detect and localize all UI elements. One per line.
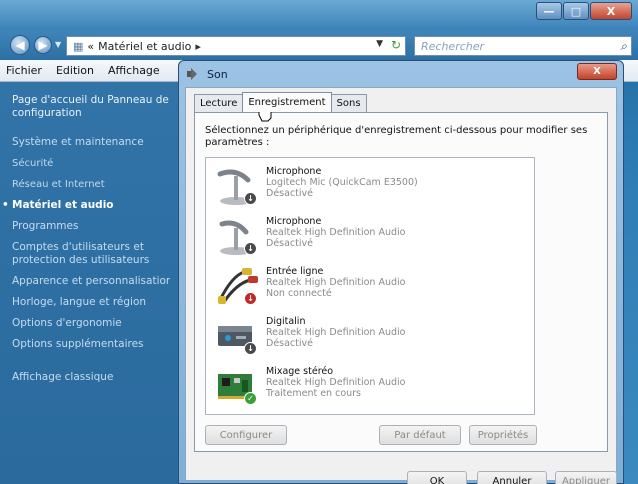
device-driver: Realtek High Definition Audio	[266, 227, 406, 238]
device-item-microphone[interactable]: ↓ Microphone Realtek High Definition Aud…	[206, 212, 534, 262]
disabled-badge-icon: ↓	[244, 192, 257, 205]
navigation-bar: ◀ ▶ ▼ ▦ « Matériel et audio ▸ ▼ ↻ Recher…	[0, 30, 638, 60]
properties-button[interactable]: Propriétés	[469, 425, 537, 445]
control-panel-icon: ▦	[73, 39, 84, 53]
address-bar[interactable]: ▦ « Matériel et audio ▸ ▼ ↻	[66, 36, 406, 56]
control-panel-sidebar: Page d'accueil du Panneau de configurati…	[0, 82, 178, 484]
recording-tab-panel: Sélectionnez un périphérique d'enregistr…	[194, 112, 608, 452]
device-text: Entrée ligne Realtek High Definition Aud…	[266, 266, 405, 299]
dialog-buttons: OK Annuler Appliquer	[185, 471, 617, 484]
sidebar-item-network[interactable]: Réseau et Internet	[12, 178, 170, 191]
sidebar-item-system[interactable]: Système et maintenance	[12, 136, 170, 149]
tab-strip: Lecture Enregistrement Sons	[194, 92, 367, 112]
sidebar-item-programs[interactable]: Programmes	[12, 220, 170, 233]
device-actions: Configurer Par défaut Propriétés	[205, 425, 599, 447]
device-status: Désactivé	[266, 238, 313, 249]
not-connected-badge-icon: ↓	[244, 292, 257, 305]
device-text: Microphone Logitech Mic (QuickCam E3500)…	[266, 166, 418, 199]
sidebar-home-link[interactable]: Page d'accueil du Panneau de configurati…	[12, 94, 170, 120]
breadcrumb-hardware-sound[interactable]: Matériel et audio	[98, 40, 191, 53]
device-name: Microphone	[266, 216, 322, 227]
set-default-button[interactable]: Par défaut	[379, 425, 461, 445]
history-dropdown-icon[interactable]: ▼	[55, 40, 61, 49]
menu-view[interactable]: Affichage	[108, 64, 160, 77]
device-name: Mixage stéréo	[266, 366, 334, 377]
sidebar-item-appearance[interactable]: Apparence et personnalisation	[12, 275, 170, 288]
configure-button[interactable]: Configurer	[205, 425, 287, 445]
dialog-body: Lecture Enregistrement Sons Sélectionnez…	[185, 87, 617, 481]
device-item-webcam-mic[interactable]: ↓ Microphone Logitech Mic (QuickCam E350…	[206, 162, 534, 212]
sidebar-item-security[interactable]: Sécurité	[12, 157, 170, 170]
device-driver: Logitech Mic (QuickCam E3500)	[266, 177, 418, 188]
sidebar-item-clock-region[interactable]: Horloge, langue et région	[12, 296, 170, 309]
search-icon[interactable]: ⌕	[620, 39, 627, 54]
device-status: Traitement en cours	[266, 388, 362, 399]
window-controls: — □ X	[536, 2, 632, 20]
search-input[interactable]: Rechercher ⌕	[414, 36, 632, 56]
back-arrow-icon: ◀	[15, 38, 25, 52]
device-name: Digitalin	[266, 316, 306, 327]
disabled-badge-icon: ↓	[244, 242, 257, 255]
dialog-title: Son	[207, 67, 228, 81]
dialog-titlebar: Son X	[179, 61, 623, 87]
device-name: Microphone	[266, 166, 322, 177]
tab-sounds[interactable]: Sons	[330, 94, 367, 112]
device-driver: Realtek High Definition Audio	[266, 277, 406, 288]
breadcrumb-arrow-icon[interactable]: ▸	[195, 40, 201, 53]
active-check-icon: ✓	[244, 392, 257, 405]
device-text: Microphone Realtek High Definition Audio…	[266, 216, 405, 249]
search-placeholder: Rechercher	[421, 39, 485, 53]
forward-button[interactable]: ▶	[34, 36, 52, 54]
device-text: Digitalin Realtek High Definition Audio …	[266, 316, 405, 349]
tab-playback[interactable]: Lecture	[194, 94, 244, 112]
tab-recording[interactable]: Enregistrement	[242, 92, 332, 112]
apply-button[interactable]: Appliquer	[555, 471, 617, 484]
device-name: Entrée ligne	[266, 266, 324, 277]
address-dropdown-icon[interactable]: ▼	[376, 39, 383, 49]
sidebar-item-ease-of-access[interactable]: Options d'ergonomie	[12, 317, 170, 330]
minimize-button[interactable]: —	[536, 2, 562, 20]
device-status: Non connecté	[266, 288, 332, 299]
device-status: Désactivé	[266, 188, 313, 199]
disabled-badge-icon: ↓	[244, 342, 257, 355]
instruction-text: Sélectionnez un périphérique d'enregistr…	[205, 125, 588, 148]
explorer-titlebar: — □ X	[0, 0, 638, 30]
device-driver: Realtek High Definition Audio	[266, 377, 406, 388]
device-item-line-in[interactable]: ↓ Entrée ligne Realtek High Definition A…	[206, 262, 534, 312]
cancel-button[interactable]: Annuler	[477, 471, 547, 484]
breadcrumb-prefix[interactable]: «	[87, 40, 94, 53]
menu-file[interactable]: Fichier	[6, 64, 42, 77]
back-button[interactable]: ◀	[10, 35, 30, 55]
device-item-digital-in[interactable]: ↓ Digitalin Realtek High Definition Audi…	[206, 312, 534, 362]
sidebar-classic-view[interactable]: Affichage classique	[12, 371, 170, 384]
menu-edit[interactable]: Edition	[56, 64, 94, 77]
sidebar-item-hardware-sound[interactable]: Matériel et audio	[2, 199, 170, 212]
sound-dialog: Son X Lecture Enregistrement Sons Sélect…	[178, 60, 624, 484]
device-item-stereo-mix[interactable]: ✓ Mixage stéréo Realtek High Definition …	[206, 362, 534, 412]
refresh-icon[interactable]: ↻	[391, 38, 401, 52]
maximize-button[interactable]: □	[563, 2, 589, 20]
forward-arrow-icon: ▶	[38, 38, 48, 52]
dialog-close-button[interactable]: X	[577, 63, 617, 80]
sidebar-item-user-accounts[interactable]: Comptes d'utilisateurs et protection des…	[12, 241, 170, 267]
ok-button[interactable]: OK	[407, 471, 467, 484]
speaker-icon	[187, 68, 201, 80]
device-text: Mixage stéréo Realtek High Definition Au…	[266, 366, 405, 399]
sidebar-item-additional-options[interactable]: Options supplémentaires	[12, 338, 170, 351]
close-button[interactable]: X	[590, 2, 632, 20]
recording-device-list[interactable]: ↓ Microphone Logitech Mic (QuickCam E350…	[205, 157, 535, 415]
device-driver: Realtek High Definition Audio	[266, 327, 406, 338]
device-status: Désactivé	[266, 338, 313, 349]
